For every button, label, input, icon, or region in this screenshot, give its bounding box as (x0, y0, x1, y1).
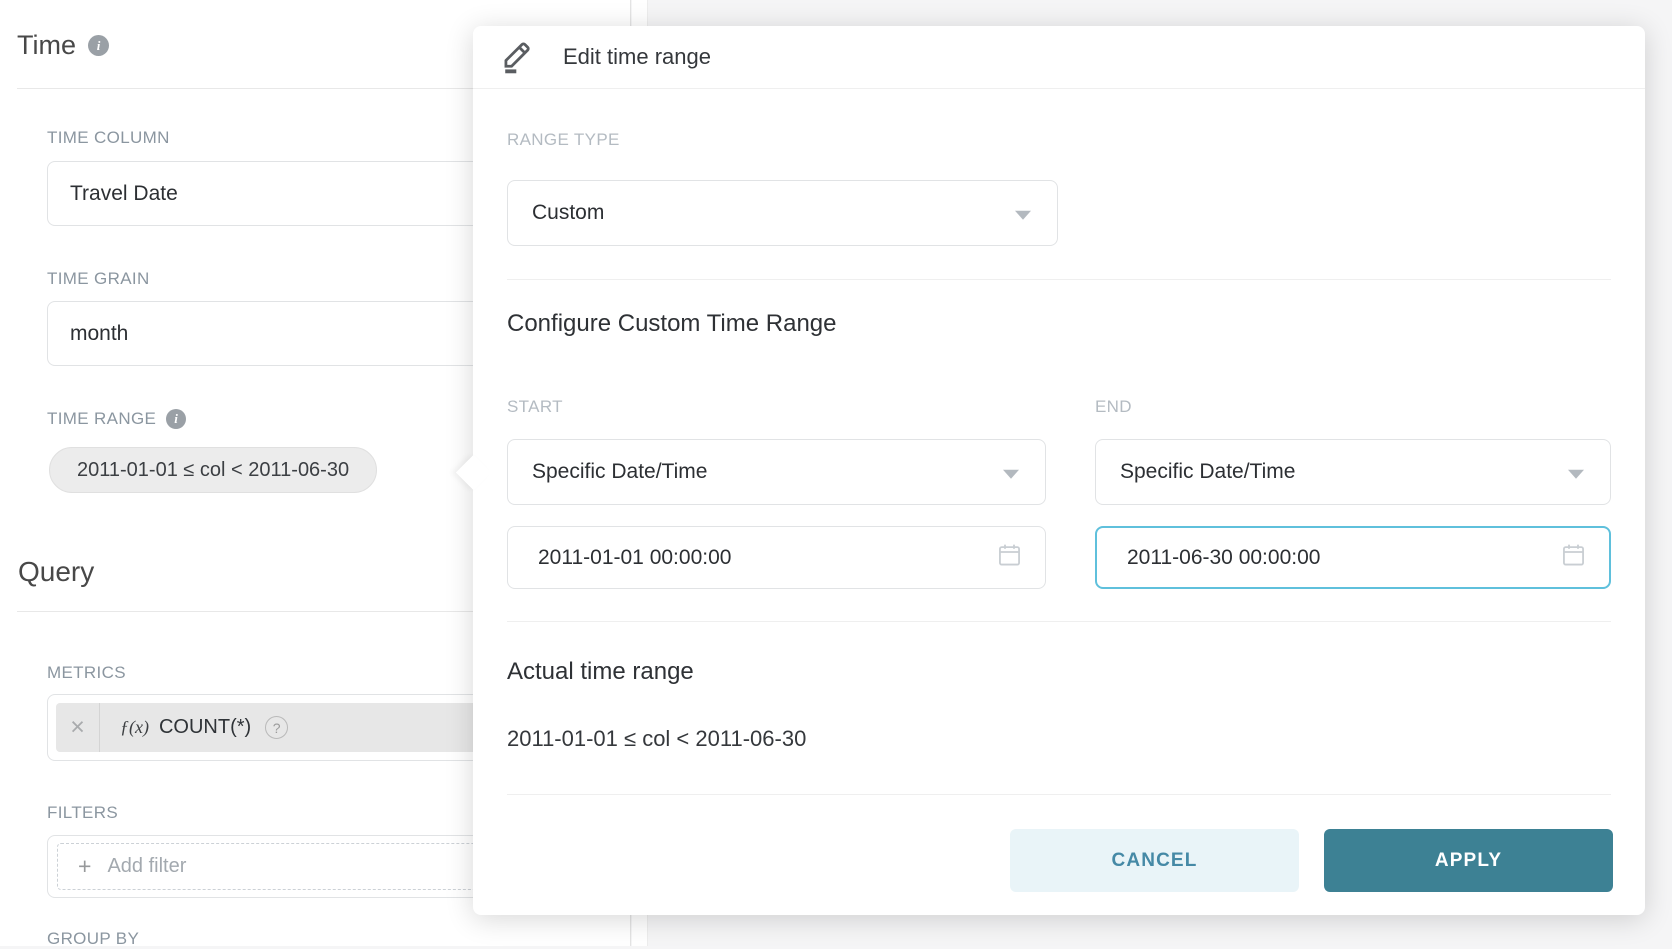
cancel-button[interactable]: CANCEL (1010, 829, 1299, 892)
time-grain-label: TIME GRAIN (47, 269, 150, 289)
pencil-icon (499, 36, 535, 79)
modal-divider (507, 621, 1611, 622)
time-range-pill-text: 2011-01-01 ≤ col < 2011-06-30 (77, 459, 349, 482)
modal-title: Edit time range (563, 44, 711, 70)
time-column-value: Travel Date (70, 182, 178, 206)
info-icon[interactable]: i (166, 409, 186, 429)
caret-down-icon (1568, 470, 1584, 479)
configure-heading: Configure Custom Time Range (507, 310, 836, 338)
start-datetime-input[interactable]: 2011-01-01 00:00:00 (507, 526, 1046, 589)
time-grain-value: month (70, 322, 128, 346)
calendar-icon[interactable] (1560, 541, 1587, 574)
time-range-label-text: TIME RANGE (47, 409, 156, 429)
caret-down-icon (1015, 211, 1031, 220)
metrics-label: METRICS (47, 663, 126, 683)
actual-time-range-value: 2011-01-01 ≤ col < 2011-06-30 (507, 726, 806, 752)
start-label: START (507, 397, 563, 417)
apply-button[interactable]: APPLY (1324, 829, 1613, 892)
start-type-select[interactable]: Specific Date/Time (507, 439, 1046, 505)
modal-header: Edit time range (473, 26, 1645, 89)
close-icon[interactable]: × (56, 703, 100, 752)
query-section-label: Query (18, 556, 94, 588)
time-section-title: Time i (17, 30, 109, 61)
metric-name: COUNT(*) (159, 716, 251, 739)
end-datetime-input[interactable]: 2011-06-30 00:00:00 (1095, 526, 1611, 589)
modal-divider (507, 279, 1611, 280)
fx-icon: ƒ(x) (120, 717, 149, 738)
time-column-label: TIME COLUMN (47, 128, 170, 148)
add-filter-label: Add filter (107, 855, 186, 878)
help-icon[interactable]: ? (265, 716, 288, 739)
end-type-select[interactable]: Specific Date/Time (1095, 439, 1611, 505)
end-type-value: Specific Date/Time (1120, 460, 1295, 484)
filters-label: FILTERS (47, 803, 118, 823)
calendar-icon[interactable] (996, 541, 1023, 574)
time-range-label: TIME RANGE i (47, 409, 186, 429)
range-type-value: Custom (532, 201, 604, 225)
plus-icon: + (78, 853, 91, 880)
end-label: END (1095, 397, 1132, 417)
range-type-select[interactable]: Custom (507, 180, 1058, 246)
edit-time-range-modal: Edit time range RANGE TYPE Custom Config… (473, 26, 1645, 915)
start-type-value: Specific Date/Time (532, 460, 707, 484)
query-section-title: Query (18, 556, 94, 588)
time-section-label: Time (17, 30, 76, 61)
modal-divider (507, 794, 1611, 795)
actual-time-range-heading: Actual time range (507, 658, 694, 686)
info-icon[interactable]: i (88, 35, 109, 56)
caret-down-icon (1003, 470, 1019, 479)
start-datetime-value: 2011-01-01 00:00:00 (538, 546, 731, 570)
time-range-pill[interactable]: 2011-01-01 ≤ col < 2011-06-30 (49, 447, 377, 493)
end-datetime-value: 2011-06-30 00:00:00 (1127, 546, 1320, 570)
group-by-label: GROUP BY (47, 929, 139, 949)
range-type-label: RANGE TYPE (507, 130, 620, 150)
